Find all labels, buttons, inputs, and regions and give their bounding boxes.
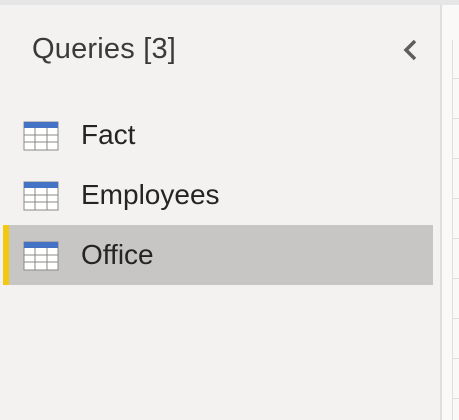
power-query-editor: Queries [3] Fact Employees Office: [0, 0, 459, 420]
grid-line: [453, 118, 459, 119]
chevron-left-icon: [403, 39, 417, 61]
query-label-fact: Fact: [81, 119, 136, 150]
query-list: Fact Employees Office: [0, 105, 440, 285]
query-item-office[interactable]: Office: [3, 225, 433, 285]
table-icon: [23, 241, 59, 271]
grid-line: [453, 78, 459, 79]
query-label-employees: Employees: [81, 179, 220, 210]
collapse-queries-button[interactable]: [396, 35, 426, 65]
table-icon: [23, 121, 59, 151]
grid-line: [453, 398, 459, 399]
queries-pane-title: Queries [3]: [32, 33, 177, 65]
selection-accent-bar: [3, 225, 9, 285]
grid-line: [453, 358, 459, 359]
table-icon: [23, 181, 59, 211]
grid-line: [453, 238, 459, 239]
query-label-office: Office: [81, 239, 154, 270]
query-item-employees[interactable]: Employees: [3, 165, 433, 225]
grid-line: [453, 198, 459, 199]
data-grid-edge: [452, 40, 459, 420]
grid-line: [453, 158, 459, 159]
queries-pane: Queries [3] Fact Employees Office: [0, 5, 440, 420]
grid-line: [453, 318, 459, 319]
grid-line: [453, 278, 459, 279]
query-item-fact[interactable]: Fact: [3, 105, 433, 165]
